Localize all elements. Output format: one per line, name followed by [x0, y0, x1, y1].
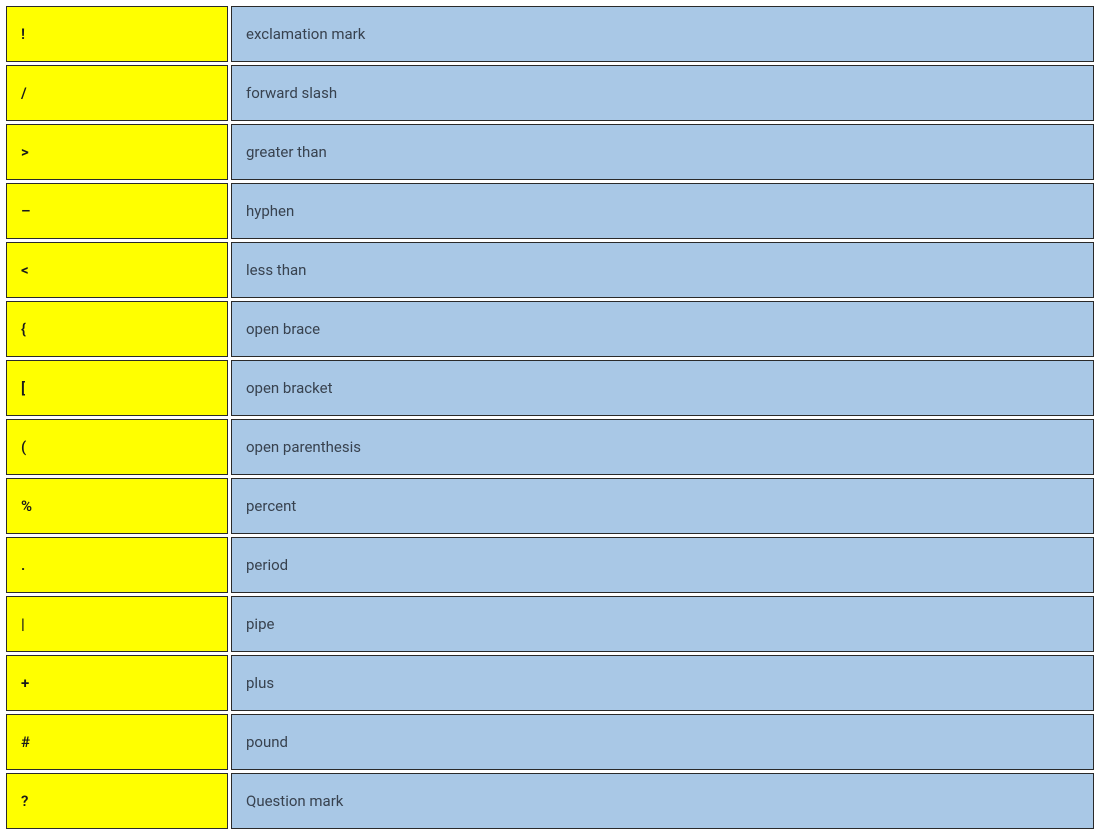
- symbol-cell: [: [6, 360, 228, 416]
- name-cell: open bracket: [231, 360, 1094, 416]
- name-cell: greater than: [231, 124, 1094, 180]
- table-row: % percent: [6, 478, 1094, 534]
- table-row: [ open bracket: [6, 360, 1094, 416]
- table-row: + plus: [6, 655, 1094, 711]
- table-row: < less than: [6, 242, 1094, 298]
- name-cell: hyphen: [231, 183, 1094, 239]
- symbol-cell: %: [6, 478, 228, 534]
- table-row: ( open parenthesis: [6, 419, 1094, 475]
- table-row: – hyphen: [6, 183, 1094, 239]
- name-cell: pipe: [231, 596, 1094, 652]
- symbol-cell: >: [6, 124, 228, 180]
- table-row: ? Question mark: [6, 773, 1094, 829]
- symbol-cell: |: [6, 596, 228, 652]
- name-cell: forward slash: [231, 65, 1094, 121]
- table-row: > greater than: [6, 124, 1094, 180]
- symbol-cell: .: [6, 537, 228, 593]
- symbol-cell: /: [6, 65, 228, 121]
- symbol-cell: –: [6, 183, 228, 239]
- name-cell: open parenthesis: [231, 419, 1094, 475]
- symbol-cell: (: [6, 419, 228, 475]
- name-cell: pound: [231, 714, 1094, 770]
- name-cell: exclamation mark: [231, 6, 1094, 62]
- table-row: ! exclamation mark: [6, 6, 1094, 62]
- table-row: # pound: [6, 714, 1094, 770]
- name-cell: plus: [231, 655, 1094, 711]
- name-cell: period: [231, 537, 1094, 593]
- symbol-cell: !: [6, 6, 228, 62]
- table-row: / forward slash: [6, 65, 1094, 121]
- name-cell: percent: [231, 478, 1094, 534]
- symbol-cell: {: [6, 301, 228, 357]
- name-cell: less than: [231, 242, 1094, 298]
- symbol-cell: #: [6, 714, 228, 770]
- symbol-cell: +: [6, 655, 228, 711]
- table-row: . period: [6, 537, 1094, 593]
- name-cell: open brace: [231, 301, 1094, 357]
- symbol-reference-table: ! exclamation mark / forward slash > gre…: [3, 3, 1097, 832]
- name-cell: Question mark: [231, 773, 1094, 829]
- table-row: | pipe: [6, 596, 1094, 652]
- table-row: { open brace: [6, 301, 1094, 357]
- symbol-cell: <: [6, 242, 228, 298]
- symbol-cell: ?: [6, 773, 228, 829]
